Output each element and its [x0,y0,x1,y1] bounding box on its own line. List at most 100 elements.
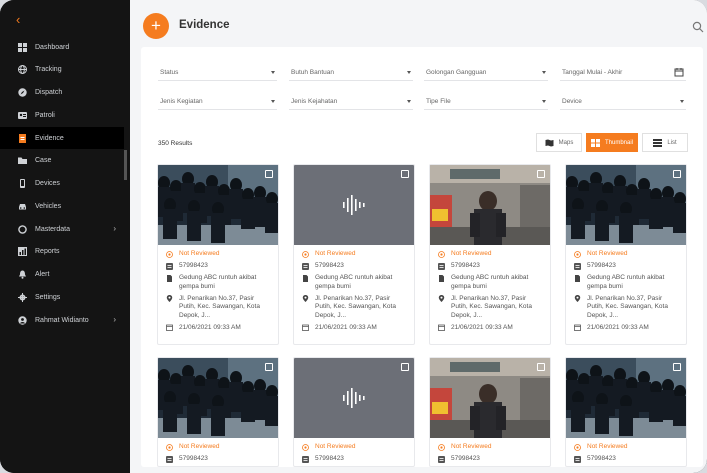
sidebar-item-settings[interactable]: Settings [0,286,124,308]
sidebar-item-label: Tracking [35,66,62,74]
sidebar-item-label: Case [35,157,52,165]
map-icon [545,139,554,146]
jenis-kejahatan-filter[interactable]: Jenis Kejahatan [289,96,413,110]
list-view-label: List [667,139,677,146]
golongan-gangguan-filter[interactable]: Golongan Gangguan [424,67,548,81]
jenis-kegiatan-label: Jenis Kegiatan [160,98,203,105]
status-icon [301,250,309,258]
evidence-id: 57998423 [315,262,344,269]
evidence-thumbnail[interactable] [566,165,686,245]
phone-icon [18,179,27,188]
tipe-file-filter[interactable]: Tipe File [424,96,548,110]
list-icon [653,138,663,147]
status-row: Not Reviewed [573,443,679,452]
sidebar-item-label: Rahmat Widianto [35,316,89,324]
evidence-datetime: 21/06/2021 09:33 AM [179,323,241,331]
evidence-thumbnail[interactable] [158,165,278,245]
search-icon[interactable] [692,21,704,33]
sidebar-item-case[interactable]: Case [0,150,124,172]
evidence-title: Gedung ABC runtuh akibat gempa bumi [315,274,393,290]
add-evidence-button[interactable]: + [143,13,169,39]
evidence-title: Gedung ABC runtuh akibat gempa bumi [451,274,529,290]
evidence-info: Not Reviewed 57998423 [158,438,278,464]
evidence-thumbnail[interactable] [430,358,550,438]
evidence-card[interactable]: Not Reviewed 57998423 Gedung ABC runtuh ak… [157,164,279,345]
thumbnail-view-button[interactable]: Thumbnail [586,133,638,152]
sidebar-item-alert[interactable]: Alert [0,264,124,286]
evidence-card[interactable]: Not Reviewed 57998423 [293,357,415,467]
dashboard-icon [18,42,27,52]
evidence-address: Jl. Penarikan No.37, Pasir Putih, Kec. S… [587,294,668,319]
select-checkbox[interactable] [265,363,273,371]
datetime-row: 21/06/2021 09:33 AM [573,324,679,333]
evidence-card[interactable]: Not Reviewed 57998423 [429,357,551,467]
sidebar-item-rahmat-widianto[interactable]: Rahmat Widianto › [0,309,124,331]
id-card-icon [301,262,309,270]
sidebar-item-vehicles[interactable]: Vehicles [0,195,124,217]
sidebar-scrollbar[interactable] [124,150,127,180]
sidebar-item-evidence[interactable]: Evidence [0,127,124,149]
sidebar-item-tracking[interactable]: Tracking [0,59,124,81]
evidence-datetime: 21/06/2021 09:33 AM [587,323,649,331]
maps-view-button[interactable]: Maps [536,133,582,152]
status-row: Not Reviewed [301,443,407,452]
status-filter[interactable]: Status [158,67,277,81]
sidebar-item-dashboard[interactable]: Dashboard [0,36,124,58]
evidence-thumbnail[interactable] [158,358,278,438]
evidence-card[interactable]: Not Reviewed 57998423 [565,357,687,467]
tipe-file-label: Tipe File [426,98,451,105]
compass-icon [18,88,27,97]
audio-wave-icon [343,195,365,215]
sidebar-item-dispatch[interactable]: Dispatch [0,82,124,104]
status-text: Not Reviewed [315,443,356,450]
car-icon [18,202,27,211]
evidence-info: Not Reviewed 57998423 [294,438,414,464]
evidence-card[interactable]: Not Reviewed 57998423 Gedung ABC runtuh ak… [565,164,687,345]
select-checkbox[interactable] [537,170,545,178]
evidence-card[interactable]: Not Reviewed 57998423 Gedung ABC runtuh ak… [429,164,551,345]
evidence-thumbnail[interactable] [294,165,414,245]
select-checkbox[interactable] [265,170,273,178]
evidence-card[interactable]: Not Reviewed 57998423 Gedung ABC runtuh ak… [293,164,415,345]
list-view-button[interactable]: List [642,133,688,152]
chevron-right-icon: › [113,224,116,233]
id-row: 57998423 [301,262,407,271]
evidence-card[interactable]: Not Reviewed 57998423 [157,357,279,467]
id-row: 57998423 [573,455,679,464]
sidebar-item-masterdata[interactable]: Masterdata › [0,218,124,240]
user-icon [18,315,27,325]
select-checkbox[interactable] [673,170,681,178]
select-checkbox[interactable] [401,170,409,178]
chevron-down-icon [407,100,411,103]
sidebar-item-devices[interactable]: Devices [0,173,124,195]
id-row: 57998423 [437,262,543,271]
datetime-row: 21/06/2021 09:33 AM [301,324,407,333]
date-range-filter[interactable]: Tanggal Mulai - Akhir [560,67,686,81]
butuh-bantuan-filter[interactable]: Butuh Bantuan [289,67,413,81]
chevron-down-icon [407,71,411,74]
select-checkbox[interactable] [401,363,409,371]
sidebar-item-patroli[interactable]: Patroli [0,104,124,126]
evidence-info: Not Reviewed 57998423 Gedung ABC runtuh ak… [294,245,414,332]
calendar-icon [165,324,173,332]
calendar-icon [573,324,581,332]
id-row: 57998423 [573,262,679,271]
location-pin-icon [437,295,445,303]
select-checkbox[interactable] [537,363,545,371]
id-card-icon [165,262,173,270]
select-checkbox[interactable] [673,363,681,371]
sidebar-item-reports[interactable]: Reports [0,241,124,263]
id-card-icon [437,455,445,463]
sidebar-item-label: Alert [35,271,50,278]
device-filter[interactable]: Device [560,96,686,110]
evidence-thumbnail[interactable] [430,165,550,245]
sidebar-item-label: Reports [35,248,60,256]
evidence-id: 57998423 [587,455,616,462]
collapse-arrow-icon[interactable]: ‹ [16,12,20,27]
status-text: Not Reviewed [179,443,220,450]
evidence-datetime: 21/06/2021 09:33 AM [451,323,513,331]
evidence-info: Not Reviewed 57998423 Gedung ABC runtuh ak… [158,245,278,332]
evidence-thumbnail[interactable] [294,358,414,438]
jenis-kegiatan-filter[interactable]: Jenis Kegiatan [158,96,277,110]
evidence-thumbnail[interactable] [566,358,686,438]
